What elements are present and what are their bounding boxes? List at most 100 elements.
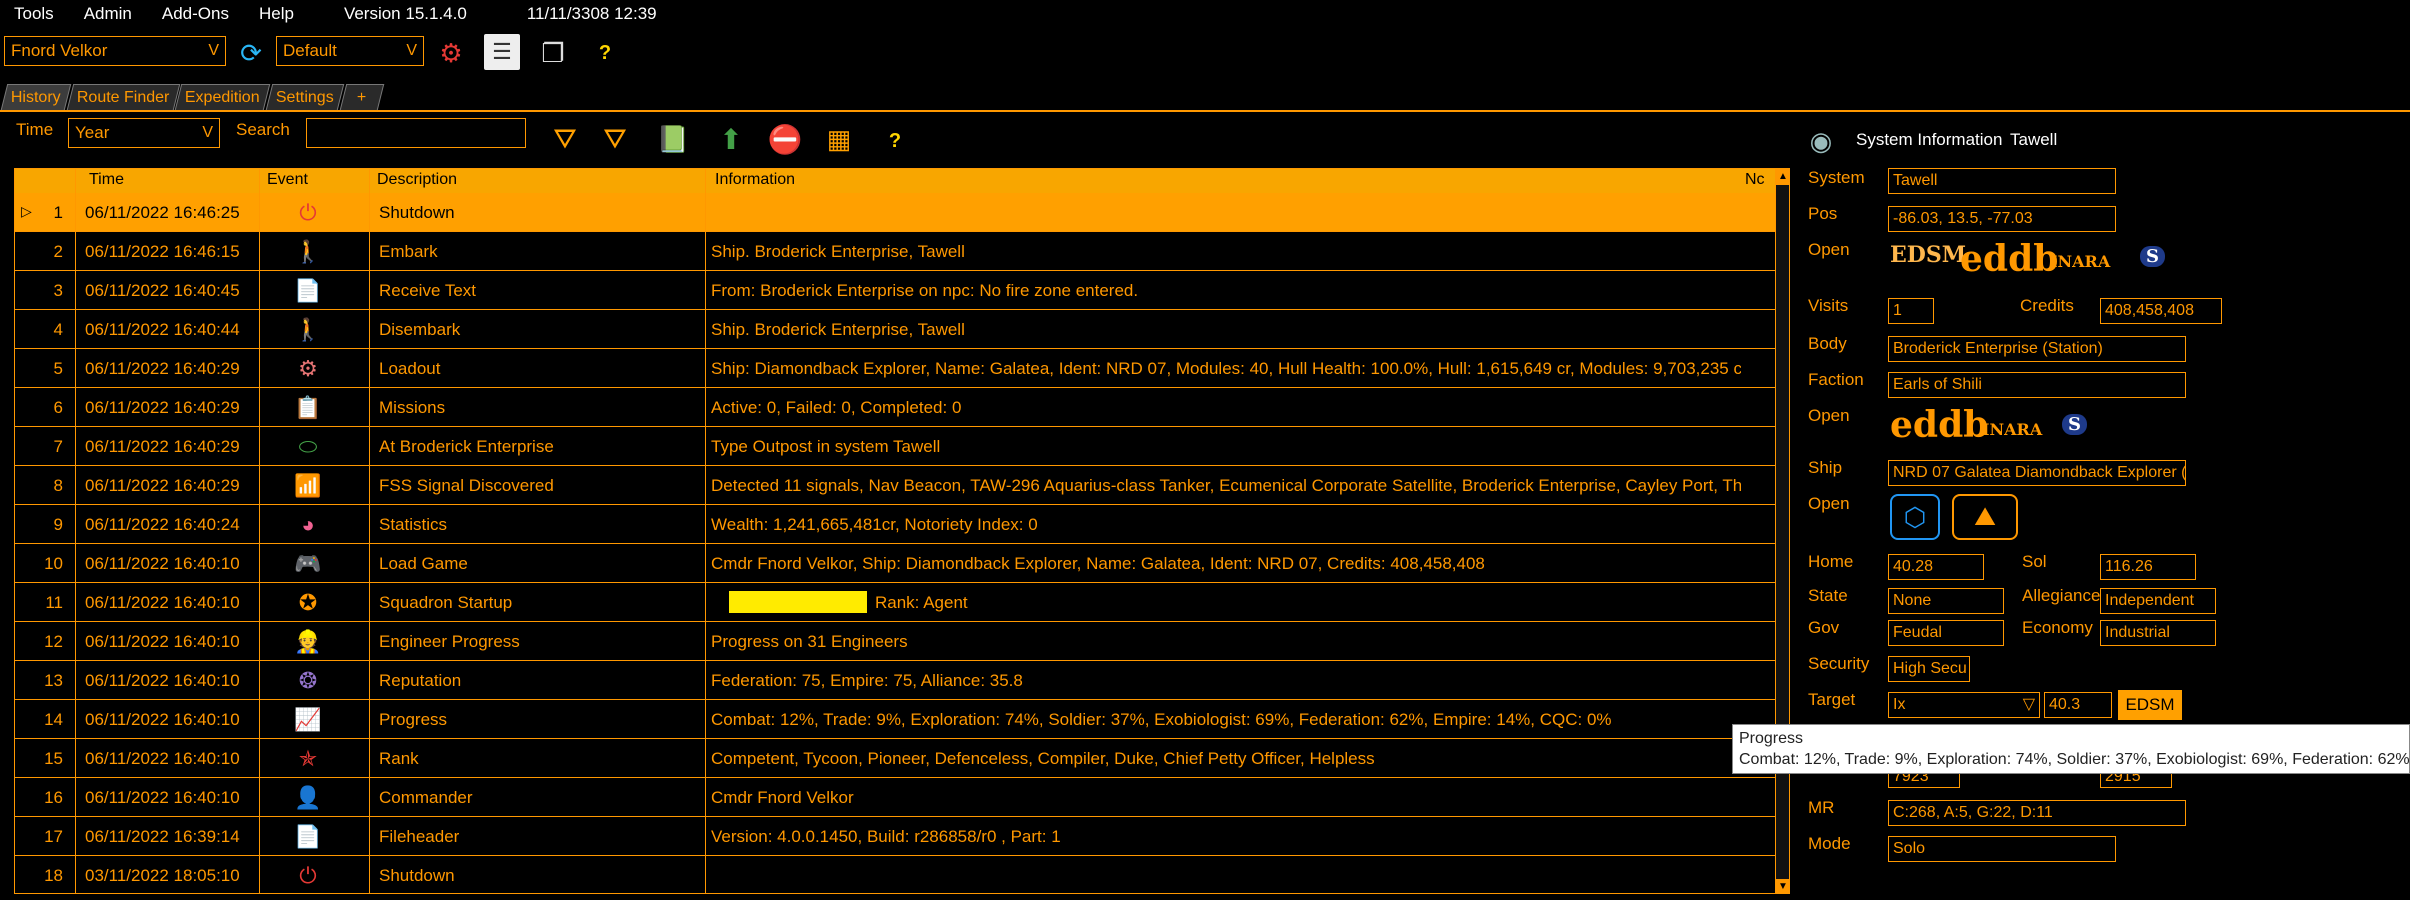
chevron-down-icon: V bbox=[208, 42, 219, 59]
gov-field[interactable]: Feudal bbox=[1888, 620, 2004, 646]
col-time[interactable]: Time bbox=[89, 171, 124, 189]
rank-icon: ✯ bbox=[298, 745, 318, 771]
table-row[interactable]: 13 06/11/2022 16:40:10 ❂ Reputation Federati… bbox=[15, 661, 1777, 700]
mr-field[interactable]: C:268, A:5, G:22, D:11 bbox=[1888, 800, 2186, 826]
col-information[interactable]: Information bbox=[715, 171, 795, 189]
table-row[interactable]: ▷ 1 06/11/2022 16:46:25 ⏻ Shutdown bbox=[15, 193, 1777, 232]
system-field[interactable]: Tawell bbox=[1888, 168, 2116, 194]
table-row[interactable]: 9 06/11/2022 16:40:24 ◕ Statistics Wealth: 1… bbox=[15, 505, 1777, 544]
table-row[interactable]: 12 06/11/2022 16:40:10 👷 Engineer Progress P… bbox=[15, 622, 1777, 661]
pos-field[interactable]: -86.03, 13.5, -77.03 bbox=[1888, 206, 2116, 232]
inara-logo-icon[interactable]: INARA bbox=[1982, 420, 2042, 439]
table-row[interactable]: 14 06/11/2022 16:40:10 📈 Progress Combat: 12… bbox=[15, 700, 1777, 739]
field-filter-icon[interactable]: ⛛ bbox=[596, 120, 634, 158]
home-field[interactable]: 40.28 bbox=[1888, 554, 1984, 580]
table-row[interactable]: 2 06/11/2022 16:46:15 🚶 Embark Ship. Broderi… bbox=[15, 232, 1777, 271]
target-select[interactable]: Ix ▽ bbox=[1888, 692, 2040, 718]
menu-tools[interactable]: Tools bbox=[14, 4, 54, 24]
row-number: 1 bbox=[53, 203, 63, 222]
refresh-icon[interactable]: ⟳ bbox=[232, 34, 270, 72]
col-description[interactable]: Description bbox=[377, 171, 457, 189]
table-row[interactable]: 3 06/11/2022 16:40:45 📄 Receive Text From: B… bbox=[15, 271, 1777, 310]
commander-select[interactable]: Fnord Velkor V bbox=[4, 36, 226, 66]
table-row[interactable]: 18 03/11/2022 18:05:10 ⏻ Shutdown bbox=[15, 856, 1777, 893]
tab-route-finder[interactable]: Route Finder bbox=[66, 84, 180, 110]
row-description: Shutdown bbox=[379, 866, 455, 885]
row-number: 9 bbox=[53, 515, 63, 534]
credits-field[interactable]: 408,458,408 bbox=[2100, 298, 2222, 324]
state-label: State bbox=[1808, 586, 1848, 605]
spansh-logo-icon[interactable]: S bbox=[2140, 246, 2165, 267]
table-row[interactable]: 8 06/11/2022 16:40:29 📶 FSS Signal Discover… bbox=[15, 466, 1777, 505]
row-number: 4 bbox=[53, 320, 63, 339]
tab-expedition[interactable]: Expedition bbox=[175, 84, 271, 110]
row-time: 03/11/2022 18:05:10 bbox=[85, 866, 240, 885]
scroll-up-icon[interactable]: ▲ bbox=[1776, 169, 1789, 185]
edshipyard-icon[interactable]: ⛰ bbox=[1952, 494, 2018, 540]
profile-select[interactable]: Default V bbox=[276, 36, 424, 66]
target-edsm-button[interactable]: EDSM bbox=[2118, 690, 2182, 720]
pos-label: Pos bbox=[1808, 204, 1838, 223]
faction-field[interactable]: Earls of Shili bbox=[1888, 372, 2186, 398]
help-icon[interactable]: ? bbox=[586, 34, 624, 72]
squadron-name-redacted bbox=[729, 591, 867, 613]
row-information: Ship. Broderick Enterprise, Tawell bbox=[711, 242, 965, 261]
row-time: 06/11/2022 16:40:10 bbox=[85, 632, 240, 651]
time-filter-select[interactable]: Year V bbox=[68, 118, 220, 148]
system-label: System bbox=[1808, 168, 1865, 187]
row-time: 06/11/2022 16:40:24 bbox=[85, 515, 240, 534]
mode-field[interactable]: Solo bbox=[1888, 836, 2116, 862]
col-event[interactable]: Event bbox=[267, 171, 308, 189]
table-row[interactable]: 7 06/11/2022 16:40:29 ⬭ At Broderick Enterp… bbox=[15, 427, 1777, 466]
filter-help-icon[interactable]: ? bbox=[876, 122, 914, 160]
event-filter-icon[interactable]: ⛛ bbox=[546, 120, 584, 158]
row-time: 06/11/2022 16:40:29 bbox=[85, 398, 240, 417]
allegiance-field[interactable]: Independent bbox=[2100, 588, 2216, 614]
scroll-down-icon[interactable]: ▼ bbox=[1776, 879, 1789, 893]
security-field[interactable]: High Secu bbox=[1888, 656, 1970, 682]
target-distance-field[interactable]: 40.3 bbox=[2044, 692, 2112, 718]
row-description: Load Game bbox=[379, 554, 468, 573]
table-row[interactable]: 4 06/11/2022 16:40:44 🚶 Disembark Ship. Brod… bbox=[15, 310, 1777, 349]
menu-addons[interactable]: Add-Ons bbox=[162, 4, 229, 24]
state-field[interactable]: None bbox=[1888, 588, 2004, 614]
row-information: Ship. Broderick Enterprise, Tawell bbox=[711, 320, 965, 339]
jump-up-icon[interactable]: ⬆ bbox=[712, 120, 750, 158]
visits-field[interactable]: 1 bbox=[1888, 298, 1934, 324]
menu-admin[interactable]: Admin bbox=[84, 4, 132, 24]
columns-icon[interactable]: ▦ bbox=[820, 120, 858, 158]
inara-logo-icon[interactable]: INARA bbox=[2050, 252, 2110, 271]
table-row[interactable]: 17 06/11/2022 16:39:14 📄 Fileheader Version:… bbox=[15, 817, 1777, 856]
menu-help[interactable]: Help bbox=[259, 4, 294, 24]
edsm-logo-icon[interactable]: EDSM bbox=[1890, 242, 1966, 268]
tab-add[interactable]: + bbox=[339, 84, 385, 110]
ship-field[interactable]: NRD 07 Galatea Diamondback Explorer ( bbox=[1888, 460, 2186, 486]
signal-icon: 📶 bbox=[294, 472, 322, 498]
chevron-down-icon: ▽ bbox=[2022, 696, 2035, 713]
notes-icon[interactable]: ☰ bbox=[484, 34, 520, 70]
windows-icon[interactable]: ❐ bbox=[534, 34, 572, 72]
search-input[interactable] bbox=[306, 118, 526, 148]
col-note[interactable]: Nc bbox=[1745, 171, 1765, 189]
table-row[interactable]: 16 06/11/2022 16:40:10 👤 Commander Cmdr Fnor… bbox=[15, 778, 1777, 817]
coriolis-icon[interactable]: ⬡ bbox=[1890, 494, 1940, 540]
table-row[interactable]: 15 06/11/2022 16:40:10 ✯ Rank Competent, Tyc… bbox=[15, 739, 1777, 778]
sol-field[interactable]: 116.26 bbox=[2100, 554, 2196, 580]
tab-settings[interactable]: Settings bbox=[265, 84, 345, 110]
table-row[interactable]: 5 06/11/2022 16:40:29 ⚙ Loadout Ship: Diamon… bbox=[15, 349, 1777, 388]
table-row[interactable]: 10 06/11/2022 16:40:10 🎮 Load Game Cmdr Fnor… bbox=[15, 544, 1777, 583]
menu-bar: Tools Admin Add-Ons Help Version 15.1.4.… bbox=[0, 0, 2410, 28]
eddb-logo-icon[interactable]: eddb bbox=[1890, 404, 1988, 446]
grid-scrollbar[interactable]: ▲ ▼ bbox=[1775, 169, 1789, 893]
row-information: Federation: 75, Empire: 75, Alliance: 35… bbox=[711, 671, 1023, 690]
body-field[interactable]: Broderick Enterprise (Station) bbox=[1888, 336, 2186, 362]
eddb-logo-icon[interactable]: eddb bbox=[1960, 238, 2058, 280]
table-row[interactable]: 11 06/11/2022 16:40:10 ✪ Squadron Startup Ra… bbox=[15, 583, 1777, 622]
table-row[interactable]: 6 06/11/2022 16:40:29 📋 Missions Active: 0, … bbox=[15, 388, 1777, 427]
export-icon[interactable]: 📗 bbox=[654, 120, 692, 158]
spansh-logo-icon[interactable]: S bbox=[2062, 414, 2087, 435]
economy-field[interactable]: Industrial bbox=[2100, 620, 2216, 646]
tab-history[interactable]: History bbox=[0, 84, 72, 110]
stop-icon[interactable]: ⛔ bbox=[766, 120, 804, 158]
loadout-icon[interactable]: ⚙ bbox=[432, 34, 470, 72]
